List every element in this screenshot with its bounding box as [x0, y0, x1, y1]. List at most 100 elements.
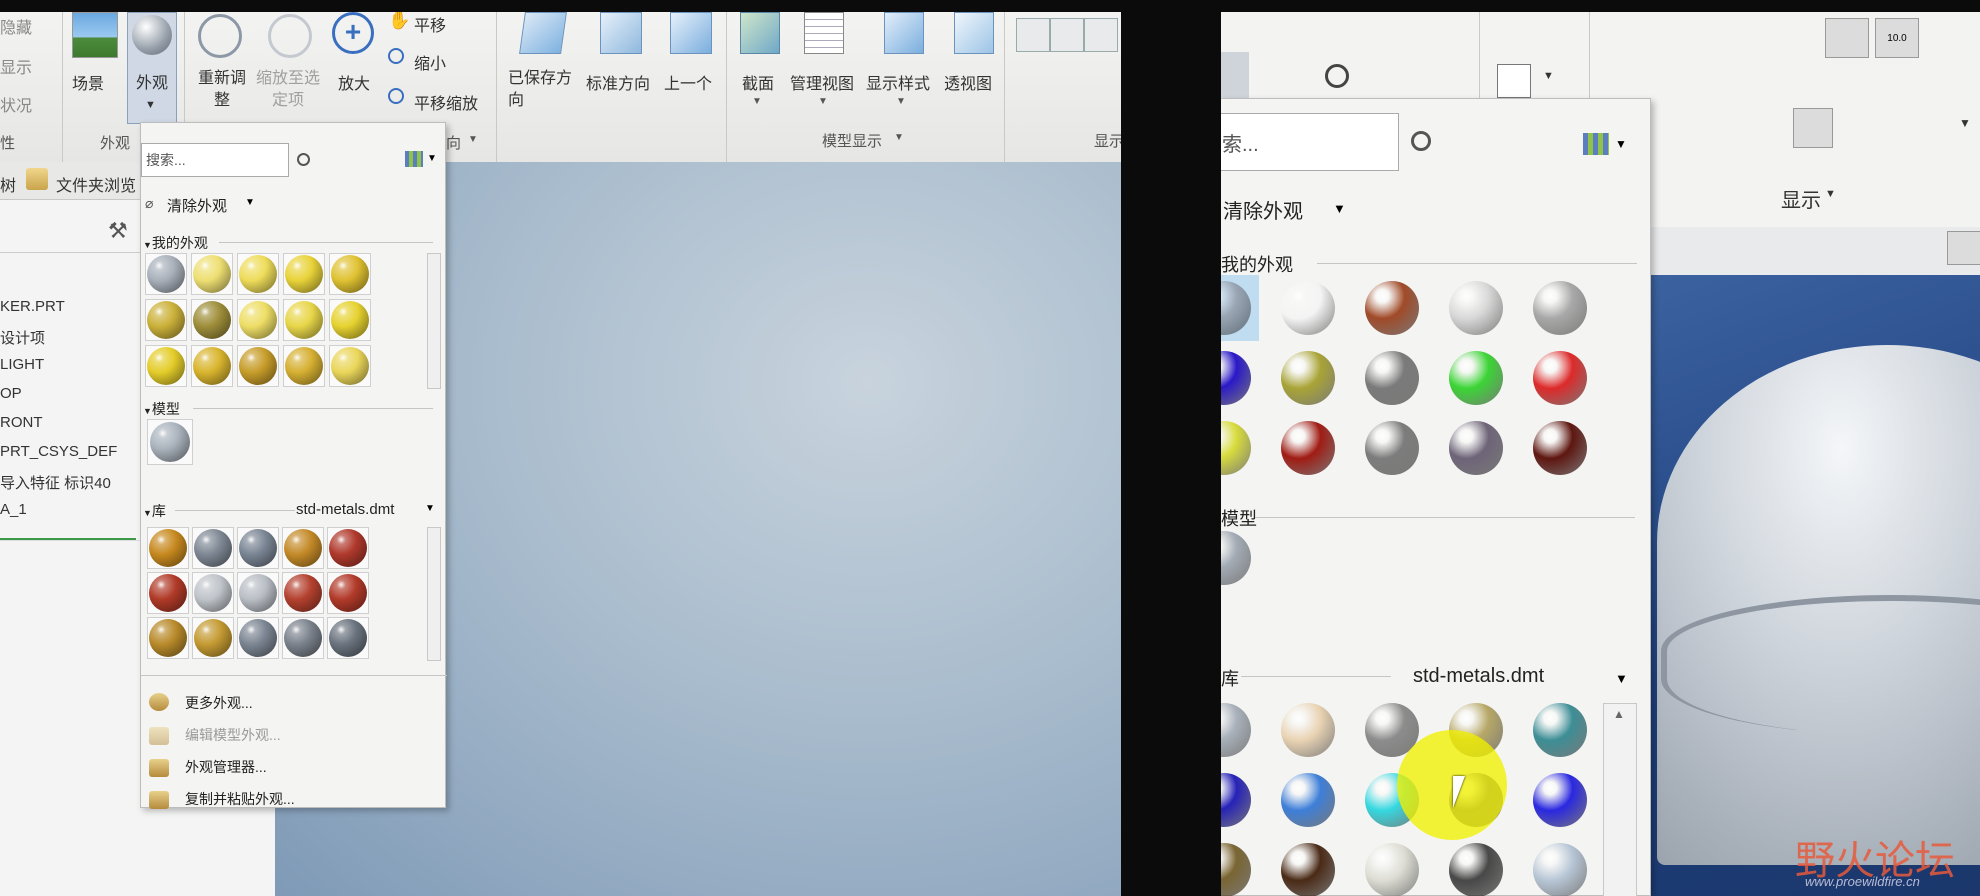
section-my-appearances[interactable]: 我的外观 — [1221, 251, 1293, 277]
filter-icon[interactable] — [1583, 133, 1609, 155]
appearance-cell[interactable] — [145, 299, 187, 341]
appearance-swatch[interactable] — [239, 301, 277, 339]
zoom-in-icon[interactable]: + — [332, 12, 374, 54]
appearance-swatch[interactable] — [1221, 703, 1251, 757]
appearance-swatch[interactable] — [1365, 843, 1419, 896]
scene-icon[interactable] — [72, 12, 118, 58]
appearance-swatch[interactable] — [1281, 843, 1335, 896]
appearance-cell[interactable] — [282, 527, 324, 569]
appearance-cell[interactable] — [237, 527, 279, 569]
library-scrollbar[interactable] — [1603, 703, 1637, 896]
search-icon[interactable] — [1411, 131, 1431, 151]
annotation-icon[interactable]: 10.0 — [1875, 18, 1919, 58]
zoom-fit-icon[interactable] — [268, 14, 312, 58]
chevron-down-icon[interactable]: ▼ — [1543, 70, 1554, 82]
appearance-swatch[interactable] — [149, 619, 187, 657]
section-library[interactable]: 库 — [1221, 665, 1239, 691]
appearance-swatch[interactable] — [1533, 773, 1587, 827]
section-my-appearances[interactable]: ▼我的外观 — [143, 233, 208, 253]
spin-center-icon[interactable] — [1825, 18, 1869, 58]
tree-item[interactable]: 设计项 — [0, 327, 45, 348]
datum-point-icon[interactable] — [1084, 18, 1118, 52]
appearance-swatch[interactable] — [193, 347, 231, 385]
search-input[interactable]: 搜索... — [141, 143, 289, 177]
appearance-swatch[interactable] — [239, 574, 277, 612]
appearance-swatch[interactable] — [239, 347, 277, 385]
csys-tag-icon[interactable] — [1793, 108, 1833, 148]
zoom-in-button[interactable]: 放大 — [338, 70, 370, 94]
spin-icon[interactable] — [1391, 64, 1425, 98]
appearance-swatch[interactable] — [147, 255, 185, 293]
clear-appearance-button[interactable]: 清除外观 — [1223, 195, 1303, 224]
appearance-cell[interactable] — [282, 617, 324, 659]
saved-view-button[interactable]: 已保存方向 — [508, 68, 578, 112]
std-direction-icon[interactable] — [600, 12, 642, 54]
refit-icon[interactable] — [1669, 233, 1703, 267]
tree-item[interactable]: LIGHT — [0, 356, 44, 373]
appearance-swatch[interactable] — [1449, 421, 1503, 475]
appearance-swatch[interactable] — [147, 301, 185, 339]
tab-folder-browser[interactable]: 文件夹浏览 — [56, 172, 136, 196]
chevron-down-icon[interactable]: ▼ — [1959, 116, 1971, 130]
my-appearances-scrollbar[interactable] — [427, 253, 441, 389]
plane-tag-icon[interactable] — [1016, 84, 1050, 118]
appearance-cell[interactable] — [192, 572, 234, 614]
appearance-swatch[interactable] — [1533, 351, 1587, 405]
chevron-down-icon[interactable]: ▼ — [1615, 137, 1627, 151]
section-button[interactable]: 截面 — [742, 70, 774, 94]
scroll-up-icon[interactable]: ▲ — [1613, 707, 1625, 721]
slash-plane-icon[interactable] — [1899, 110, 1933, 144]
perspective-icon[interactable] — [954, 12, 994, 54]
appearance-cell[interactable] — [191, 299, 233, 341]
appearance-cell[interactable] — [147, 617, 189, 659]
search-icon[interactable] — [297, 153, 310, 166]
appearance-swatch[interactable] — [284, 529, 322, 567]
zoom-area-icon[interactable] — [1271, 64, 1305, 98]
appearance-swatch[interactable] — [194, 574, 232, 612]
section-model[interactable]: 模型 — [1221, 505, 1257, 531]
zoom-fit-button[interactable]: 缩放至选定项 — [254, 68, 322, 112]
hide-item[interactable]: 隐藏 — [0, 14, 32, 38]
appearance-swatch[interactable] — [331, 347, 369, 385]
datum-axis-icon[interactable] — [1677, 24, 1711, 58]
appearance-swatch[interactable] — [1281, 703, 1335, 757]
appearance-swatch[interactable] — [194, 619, 232, 657]
appearance-cell[interactable] — [329, 253, 371, 295]
edit-model-appearance-item[interactable]: 编辑模型外观... — [185, 725, 281, 745]
settings-icon[interactable]: ⚒ — [108, 218, 128, 244]
appearance-swatch[interactable] — [1221, 843, 1251, 896]
appearance-swatch[interactable] — [150, 422, 190, 462]
appearance-swatch[interactable] — [329, 574, 367, 612]
graphics-area[interactable] — [1651, 227, 1980, 896]
tree-item[interactable]: 导入特征 标识40 — [0, 472, 111, 493]
appearance-cell[interactable] — [192, 527, 234, 569]
appearance-swatch[interactable] — [1365, 421, 1419, 475]
appearance-cell[interactable] — [147, 527, 189, 569]
appearance-swatch[interactable] — [285, 347, 323, 385]
previous-view-icon[interactable] — [670, 12, 712, 54]
appearance-cell[interactable] — [237, 299, 279, 341]
zoom-out-icon[interactable] — [1325, 64, 1349, 88]
appearance-cell[interactable] — [191, 345, 233, 387]
zoom-out-button[interactable]: 缩小 — [414, 50, 446, 74]
more-appearances-item[interactable]: 更多外观... — [185, 693, 253, 713]
section-icon[interactable] — [740, 12, 780, 54]
datum-point-icon[interactable] — [1727, 24, 1761, 58]
appearance-cell[interactable] — [191, 253, 233, 295]
display-style-icon[interactable] — [884, 12, 924, 54]
appearance-swatch[interactable] — [331, 301, 369, 339]
appearance-swatch[interactable] — [149, 529, 187, 567]
saved-view-icon[interactable] — [519, 12, 567, 54]
show-item[interactable]: 显示 — [0, 54, 32, 78]
appearance-cell[interactable] — [283, 345, 325, 387]
appearance-swatch[interactable] — [331, 255, 369, 293]
filter-icon[interactable] — [405, 151, 423, 167]
appearance-swatch[interactable] — [239, 529, 277, 567]
pan-zoom-button[interactable]: 平移缩放 — [414, 90, 478, 114]
appearance-swatch[interactable] — [1533, 421, 1587, 475]
appearance-swatch[interactable] — [1449, 351, 1503, 405]
datum-axis-icon[interactable] — [1050, 18, 1084, 52]
appearance-swatch[interactable] — [1281, 351, 1335, 405]
appearance-swatch[interactable] — [1449, 843, 1503, 896]
datum-plane-icon[interactable] — [1625, 24, 1659, 58]
